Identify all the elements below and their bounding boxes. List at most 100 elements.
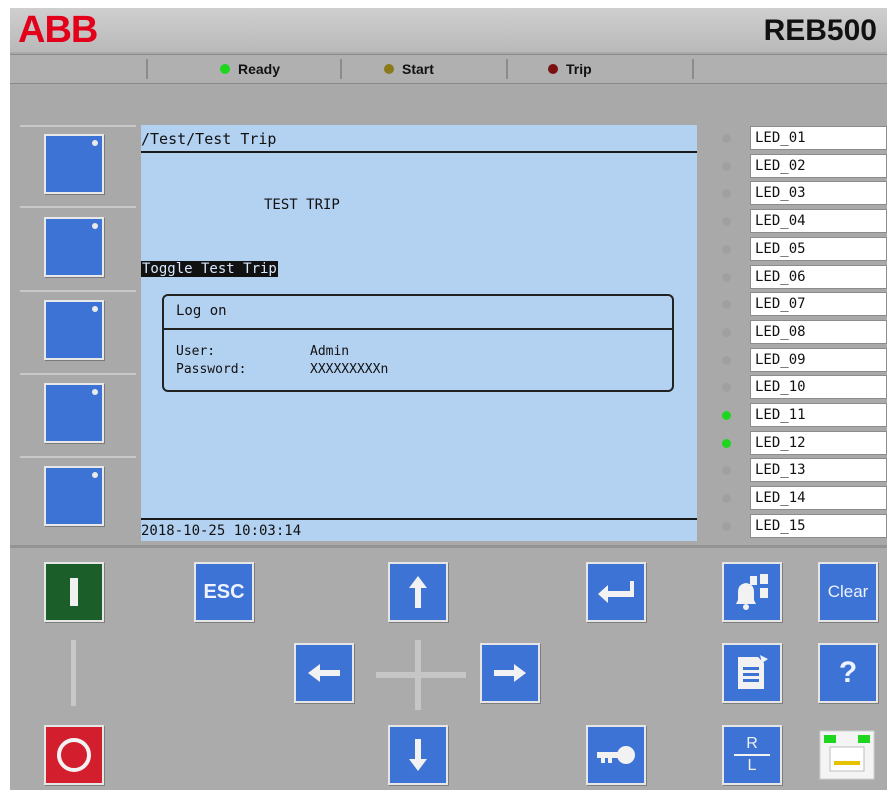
led-indicator-icon (722, 134, 731, 143)
led-indicator-icon (722, 189, 731, 199)
function-key-1[interactable] (44, 134, 104, 194)
led-label: LED_02 (750, 153, 887, 178)
status-trip: Trip (548, 59, 592, 79)
led-indicator-icon (722, 355, 731, 365)
led-row: LED_13 (708, 457, 887, 483)
clear-button[interactable]: Clear (818, 562, 878, 622)
led-indicator-icon (722, 521, 731, 531)
led-indicator-icon (722, 217, 731, 227)
divider (20, 206, 136, 208)
status-trip-label: Trip (566, 61, 592, 77)
led-label: LED_10 (750, 375, 887, 400)
remote-local-button[interactable]: R L (722, 725, 782, 785)
status-separator (146, 59, 148, 79)
dialog-title: Log on (176, 303, 227, 319)
esc-button[interactable]: ESC (194, 562, 254, 622)
clear-label: Clear (827, 582, 869, 601)
status-separator (340, 59, 342, 79)
enter-button[interactable] (586, 562, 646, 622)
ready-indicator-icon (220, 64, 230, 74)
led-label: LED_14 (750, 486, 887, 511)
led-label: LED_09 (750, 347, 887, 372)
password-label: Password: (176, 362, 247, 377)
ethernet-port[interactable] (818, 729, 876, 781)
ethernet-port-icon (819, 730, 875, 780)
led-label: LED_12 (750, 430, 887, 455)
key-authorization-button[interactable] (586, 725, 646, 785)
led-label: LED_13 (750, 458, 887, 483)
status-start-label: Start (402, 61, 434, 77)
esc-label: ESC (203, 580, 245, 603)
led-row: LED_02 (708, 153, 887, 179)
start-indicator-icon (384, 64, 394, 74)
alarm-list-button[interactable] (722, 562, 782, 622)
power-off-button[interactable] (44, 725, 104, 785)
status-start: Start (384, 59, 434, 79)
led-indicator-icon (722, 466, 731, 476)
divider (20, 290, 136, 292)
remote-label: R (746, 735, 758, 752)
arrow-up-icon (409, 576, 427, 608)
divider (141, 518, 697, 520)
led-indicator-icon (722, 327, 731, 337)
led-row: LED_10 (708, 374, 887, 400)
local-label: L (747, 757, 757, 774)
divider (71, 640, 76, 706)
led-row: LED_01 (708, 125, 887, 151)
divider (20, 456, 136, 458)
event-list-icon (738, 655, 768, 689)
user-value[interactable]: Admin (310, 344, 349, 359)
led-indicator-icon (722, 383, 731, 393)
led-indicator-icon (722, 161, 731, 171)
led-label: LED_05 (750, 236, 887, 261)
status-bar: Ready Start Trip (10, 54, 887, 84)
led-indicator-icon (722, 438, 731, 448)
keypad-area: ESC R L Clear ? (10, 545, 887, 790)
nav-cross-decoration (376, 672, 466, 678)
led-row: LED_12 (708, 430, 887, 456)
led-indicator-icon (722, 494, 731, 504)
key-led-icon (92, 223, 98, 229)
arrow-left-icon (308, 664, 340, 682)
led-indicator-icon (722, 411, 731, 420)
led-label: LED_03 (750, 181, 887, 206)
led-row: LED_06 (708, 264, 887, 290)
arrow-down-icon (409, 739, 427, 771)
relay-hmi-panel: ABB REB500 Ready Start Trip /Test/Test T… (10, 8, 887, 790)
device-model: REB500 (763, 14, 877, 47)
power-on-button[interactable] (44, 562, 104, 622)
power-on-icon (70, 578, 78, 606)
status-separator (506, 59, 508, 79)
help-button[interactable]: ? (818, 643, 878, 703)
led-row: LED_07 (708, 291, 887, 317)
led-label: LED_07 (750, 292, 887, 317)
up-arrow-button[interactable] (388, 562, 448, 622)
status-separator (692, 59, 694, 79)
led-row: LED_03 (708, 180, 887, 206)
key-led-icon (92, 472, 98, 478)
led-row: LED_09 (708, 347, 887, 373)
led-row: LED_04 (708, 208, 887, 234)
menu-item-toggle-test-trip[interactable]: Toggle Test Trip (141, 261, 278, 277)
led-row: LED_05 (708, 236, 887, 262)
trip-indicator-icon (548, 64, 558, 74)
function-key-3[interactable] (44, 300, 104, 360)
led-label: LED_06 (750, 264, 887, 289)
function-key-5[interactable] (44, 466, 104, 526)
down-arrow-button[interactable] (388, 725, 448, 785)
logon-dialog: Log on User: Admin Password: XXXXXXXXXn (162, 294, 674, 392)
power-off-icon (57, 738, 91, 772)
right-arrow-button[interactable] (480, 643, 540, 703)
arrow-right-icon (494, 664, 526, 682)
datetime: 2018-10-25 10:03:14 (141, 523, 302, 539)
led-row: LED_11 (708, 402, 887, 428)
user-label: User: (176, 344, 216, 359)
event-list-button[interactable] (722, 643, 782, 703)
left-arrow-button[interactable] (294, 643, 354, 703)
function-key-4[interactable] (44, 383, 104, 443)
password-value[interactable]: XXXXXXXXXn (310, 362, 388, 377)
divider (141, 151, 697, 153)
led-label: LED_11 (750, 403, 887, 427)
function-key-2[interactable] (44, 217, 104, 277)
led-label: LED_04 (750, 209, 887, 234)
